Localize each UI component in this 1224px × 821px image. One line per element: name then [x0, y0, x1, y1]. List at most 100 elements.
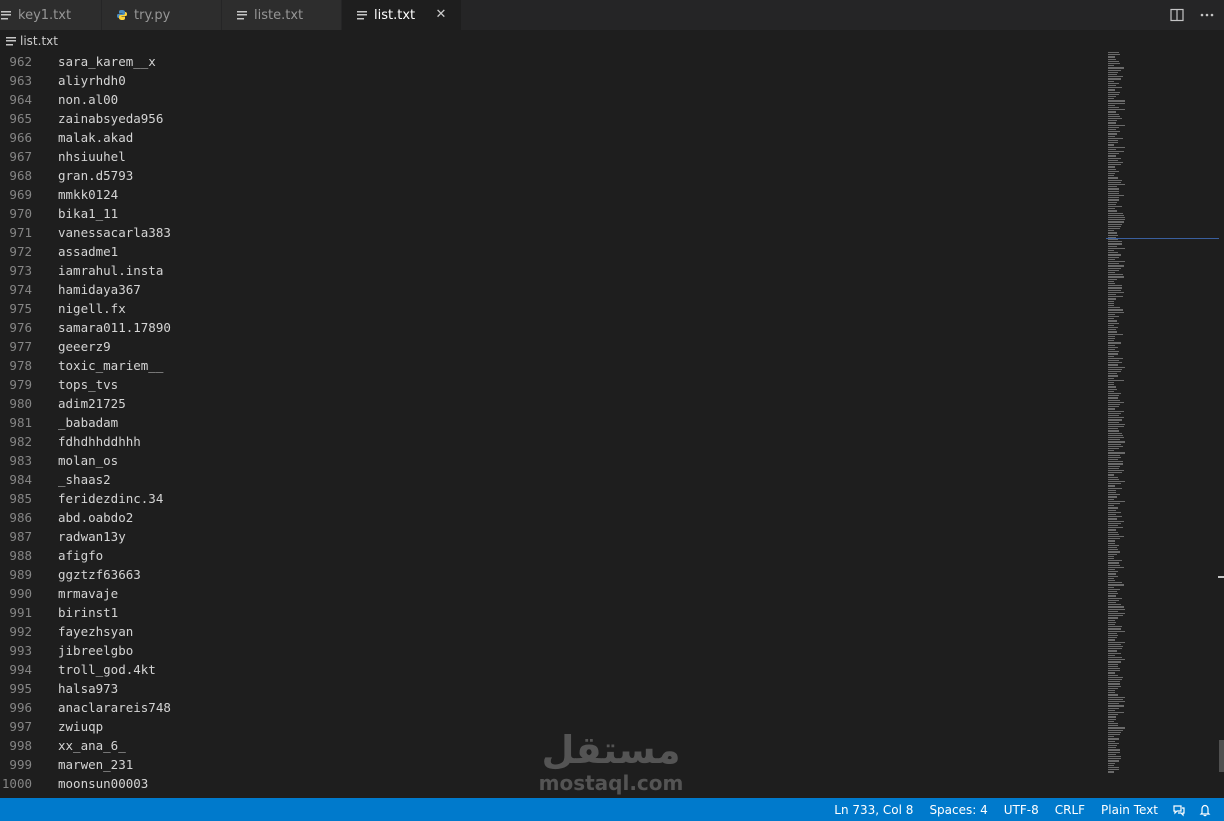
vertical-scrollbar[interactable]: [1219, 52, 1224, 798]
editor-line[interactable]: 975 nigell.fx: [0, 299, 1100, 318]
editor-line[interactable]: 988 afigfo: [0, 546, 1100, 565]
text-editor[interactable]: 962 sara_karem__x 963 aliyrhdh0 964 non.al00 9…: [0, 52, 1100, 798]
indentation[interactable]: Spaces: 4: [929, 803, 987, 817]
bell-icon[interactable]: [1198, 803, 1212, 817]
editor-line[interactable]: 963 aliyrhdh0: [0, 71, 1100, 90]
line-text[interactable]: malak.akad: [58, 128, 133, 147]
editor-line[interactable]: 966 malak.akad: [0, 128, 1100, 147]
more-actions-icon[interactable]: [1194, 2, 1220, 28]
language-mode[interactable]: Plain Text: [1101, 803, 1158, 817]
line-text[interactable]: samara011.17890: [58, 318, 171, 337]
breadcrumb-file[interactable]: list.txt: [20, 34, 58, 48]
editor-line[interactable]: 968 gran.d5793: [0, 166, 1100, 185]
minimap-line: [1108, 628, 1121, 630]
tab-list-txt[interactable]: list.txt ✕: [342, 0, 462, 30]
editor-line[interactable]: 970 bika1_11: [0, 204, 1100, 223]
line-text[interactable]: nigell.fx: [58, 299, 126, 318]
minimap-line: [1108, 485, 1115, 487]
line-text[interactable]: birinst1: [58, 603, 118, 622]
editor-line[interactable]: 977 geeerz9: [0, 337, 1100, 356]
line-text[interactable]: nhsiuuhel: [58, 147, 126, 166]
editor-line[interactable]: 967 nhsiuuhel: [0, 147, 1100, 166]
line-text[interactable]: tops_tvs: [58, 375, 118, 394]
line-text[interactable]: _babadam: [58, 413, 118, 432]
editor-line[interactable]: 986 abd.oabdo2: [0, 508, 1100, 527]
editor-line[interactable]: 978 toxic_mariem__: [0, 356, 1100, 375]
minimap-line: [1108, 118, 1122, 120]
editor-line[interactable]: 991 birinst1: [0, 603, 1100, 622]
feedback-icon[interactable]: [1172, 803, 1186, 817]
line-text[interactable]: geeerz9: [58, 337, 111, 356]
editor-line[interactable]: 993 jibreelgbo: [0, 641, 1100, 660]
editor-line[interactable]: 992 fayezhsyan: [0, 622, 1100, 641]
line-text[interactable]: aliyrhdh0: [58, 71, 126, 90]
minimap[interactable]: [1106, 52, 1216, 798]
line-text[interactable]: adim21725: [58, 394, 126, 413]
line-text[interactable]: jibreelgbo: [58, 641, 133, 660]
editor-line[interactable]: 983 molan_os: [0, 451, 1100, 470]
line-text[interactable]: molan_os: [58, 451, 118, 470]
editor-line[interactable]: 969 mmkk0124: [0, 185, 1100, 204]
line-text[interactable]: fayezhsyan: [58, 622, 133, 641]
line-text[interactable]: sara_karem__x: [58, 52, 156, 71]
line-text[interactable]: zainabsyeda956: [58, 109, 163, 128]
line-text[interactable]: mmkk0124: [58, 185, 118, 204]
editor-line[interactable]: 976 samara011.17890: [0, 318, 1100, 337]
editor-line[interactable]: 974 hamidaya367: [0, 280, 1100, 299]
tab-key1-txt[interactable]: key1.txt: [0, 0, 102, 30]
line-text[interactable]: zwiuqp: [58, 717, 103, 736]
line-text[interactable]: _shaas2: [58, 470, 111, 489]
line-text[interactable]: assadme1: [58, 242, 118, 261]
editor-line[interactable]: 996 anaclarareis748: [0, 698, 1100, 717]
editor-line[interactable]: 965 zainabsyeda956: [0, 109, 1100, 128]
line-text[interactable]: ggztzf63663: [58, 565, 141, 584]
minimap-line: [1108, 190, 1119, 192]
line-text[interactable]: anaclarareis748: [58, 698, 171, 717]
line-text[interactable]: radwan13y: [58, 527, 126, 546]
editor-line[interactable]: 984 _shaas2: [0, 470, 1100, 489]
line-text[interactable]: gran.d5793: [58, 166, 133, 185]
editor-line[interactable]: 973 iamrahul.insta: [0, 261, 1100, 280]
line-text[interactable]: feridezdinc.34: [58, 489, 163, 508]
line-text[interactable]: non.al00: [58, 90, 118, 109]
line-text[interactable]: toxic_mariem__: [58, 356, 163, 375]
editor-line[interactable]: 987 radwan13y: [0, 527, 1100, 546]
minimap-line: [1108, 437, 1124, 439]
editor-line[interactable]: 972 assadme1: [0, 242, 1100, 261]
line-text[interactable]: vanessacarla383: [58, 223, 171, 242]
editor-line[interactable]: 962 sara_karem__x: [0, 52, 1100, 71]
line-text[interactable]: bika1_11: [58, 204, 118, 223]
editor-line[interactable]: 971 vanessacarla383: [0, 223, 1100, 242]
close-icon[interactable]: ✕: [433, 7, 449, 23]
line-text[interactable]: mrmavaje: [58, 584, 118, 603]
editor-line[interactable]: 994 troll_god.4kt: [0, 660, 1100, 679]
line-text[interactable]: xx_ana_6_: [58, 736, 126, 755]
line-text[interactable]: abd.oabdo2: [58, 508, 133, 527]
line-text[interactable]: afigfo: [58, 546, 103, 565]
editor-line[interactable]: 980 adim21725: [0, 394, 1100, 413]
editor-line[interactable]: 985 feridezdinc.34: [0, 489, 1100, 508]
line-text[interactable]: moonsun00003: [58, 774, 148, 793]
editor-line[interactable]: 964 non.al00: [0, 90, 1100, 109]
editor-line[interactable]: 989 ggztzf63663: [0, 565, 1100, 584]
end-of-line[interactable]: CRLF: [1055, 803, 1085, 817]
scrollbar-thumb[interactable]: [1219, 740, 1224, 772]
editor-line[interactable]: 982 fdhdhhddhhh: [0, 432, 1100, 451]
minimap-line: [1108, 758, 1121, 760]
tab-try-py[interactable]: try.py: [102, 0, 222, 30]
line-text[interactable]: troll_god.4kt: [58, 660, 156, 679]
editor-line[interactable]: 995 halsa973: [0, 679, 1100, 698]
editor-line[interactable]: 979 tops_tvs: [0, 375, 1100, 394]
line-text[interactable]: marwen_231: [58, 755, 133, 774]
line-text[interactable]: iamrahul.insta: [58, 261, 163, 280]
line-text[interactable]: hamidaya367: [58, 280, 141, 299]
encoding[interactable]: UTF-8: [1004, 803, 1039, 817]
editor-line[interactable]: 990 mrmavaje: [0, 584, 1100, 603]
line-text[interactable]: halsa973: [58, 679, 118, 698]
editor-line[interactable]: 981 _babadam: [0, 413, 1100, 432]
cursor-position[interactable]: Ln 733, Col 8: [834, 803, 913, 817]
minimap-line: [1108, 151, 1124, 153]
line-text[interactable]: fdhdhhddhhh: [58, 432, 141, 451]
tab-liste-txt[interactable]: liste.txt: [222, 0, 342, 30]
split-editor-icon[interactable]: [1164, 2, 1190, 28]
